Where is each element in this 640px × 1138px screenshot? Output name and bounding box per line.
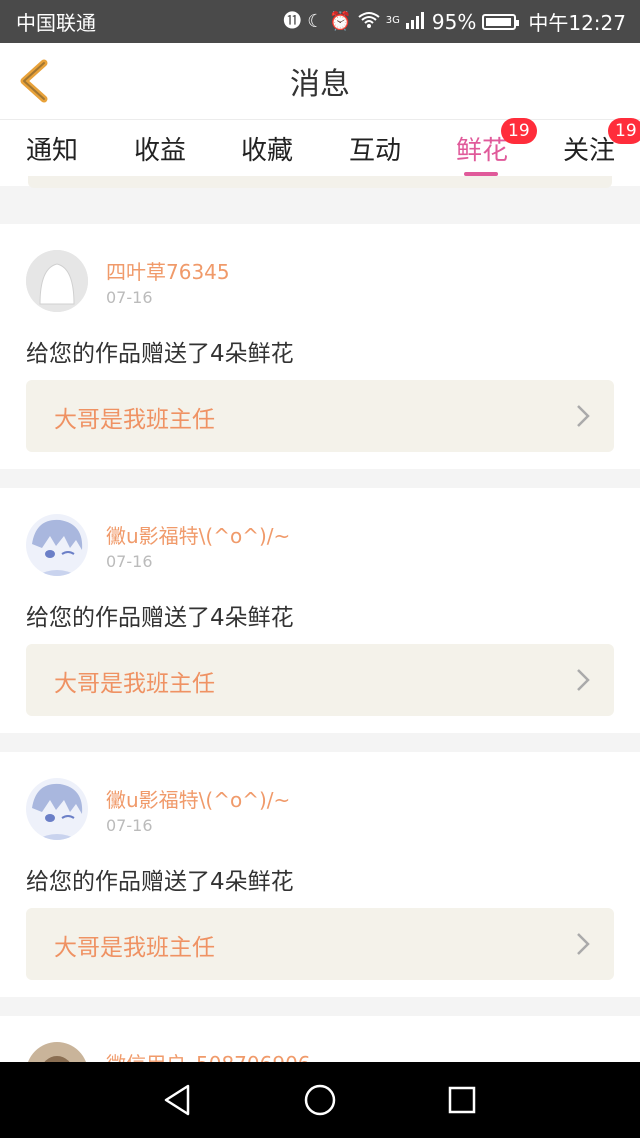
work-link[interactable]: 大哥是我班主任 [26, 380, 614, 452]
battery-percent: 95% [431, 9, 477, 34]
chevron-right-icon [577, 405, 590, 427]
avatar[interactable] [26, 514, 88, 576]
sender-name[interactable]: 微信用户_508706906 [106, 1048, 311, 1062]
moon-icon: ☾ [307, 10, 324, 32]
page-title: 消息 [290, 67, 350, 102]
tab-flowers[interactable]: 鲜花 [456, 130, 508, 167]
tab-favorites[interactable]: 收藏 [241, 130, 293, 167]
wifi-icon [358, 11, 380, 33]
carrier-label: 中国联通 [16, 11, 96, 35]
avatar[interactable] [26, 778, 88, 840]
flowers-count-badge: 19 [501, 118, 537, 144]
work-title: 大哥是我班主任 [54, 407, 215, 433]
sender-name[interactable]: 黴u影福特\(^o^)/~ [106, 784, 290, 813]
tab-interactions[interactable]: 互动 [349, 130, 401, 167]
tab-earnings[interactable]: 收益 [134, 130, 186, 167]
message-text: 给您的作品赠送了4朵鲜花 [26, 869, 294, 895]
hd-call-icon: ⓫ [283, 10, 302, 32]
status-icons: ⓫ ☾ ⏰ 3G 95% 中午12:27 [283, 7, 626, 36]
system-nav-bar [0, 1062, 640, 1138]
chevron-left-icon[interactable] [14, 59, 54, 103]
alarm-icon: ⏰ [329, 10, 352, 32]
message-date: 07-16 [106, 816, 153, 835]
clock: 中午12:27 [528, 11, 626, 35]
work-link[interactable]: 大哥是我班主任 [26, 644, 614, 716]
battery-icon [482, 13, 520, 30]
work-title: 大哥是我班主任 [54, 671, 215, 697]
flower-message-card: 黴u影福特\(^o^)/~ 07-16 给您的作品赠送了4朵鲜花 大哥是我班主任 [0, 488, 640, 733]
work-link[interactable]: 大哥是我班主任 [26, 908, 614, 980]
flower-message-card: 微信用户_508706906 [0, 1016, 640, 1062]
flower-message-card: 四叶草76345 07-16 给您的作品赠送了4朵鲜花 大哥是我班主任 [0, 224, 640, 469]
back-triangle-icon[interactable] [160, 1082, 196, 1118]
avatar[interactable] [26, 250, 88, 312]
flower-message-card: 黴u影福特\(^o^)/~ 07-16 给您的作品赠送了4朵鲜花 大哥是我班主任 [0, 752, 640, 997]
home-circle-icon[interactable] [302, 1082, 338, 1118]
tab-notifications[interactable]: 通知 [26, 130, 78, 167]
message-date: 07-16 [106, 552, 153, 571]
chevron-right-icon [577, 933, 590, 955]
sender-name[interactable]: 黴u影福特\(^o^)/~ [106, 520, 290, 549]
following-count-badge: 19 [608, 118, 640, 144]
chevron-right-icon [577, 669, 590, 691]
message-text: 给您的作品赠送了4朵鲜花 [26, 605, 294, 631]
signal-icon [405, 11, 426, 33]
recents-square-icon[interactable] [444, 1082, 480, 1118]
tab-following[interactable]: 关注 [563, 130, 615, 167]
message-date: 07-16 [106, 288, 153, 307]
status-bar: 中国联通 ⓫ ☾ ⏰ 3G 95% 中午12:27 [0, 0, 640, 43]
sender-name[interactable]: 四叶草76345 [106, 256, 230, 285]
network-type: 3G [385, 15, 400, 26]
previous-work-link[interactable] [28, 176, 612, 188]
avatar[interactable] [26, 1042, 88, 1062]
message-text: 给您的作品赠送了4朵鲜花 [26, 341, 294, 367]
app-header: 消息 [0, 43, 640, 120]
work-title: 大哥是我班主任 [54, 935, 215, 961]
